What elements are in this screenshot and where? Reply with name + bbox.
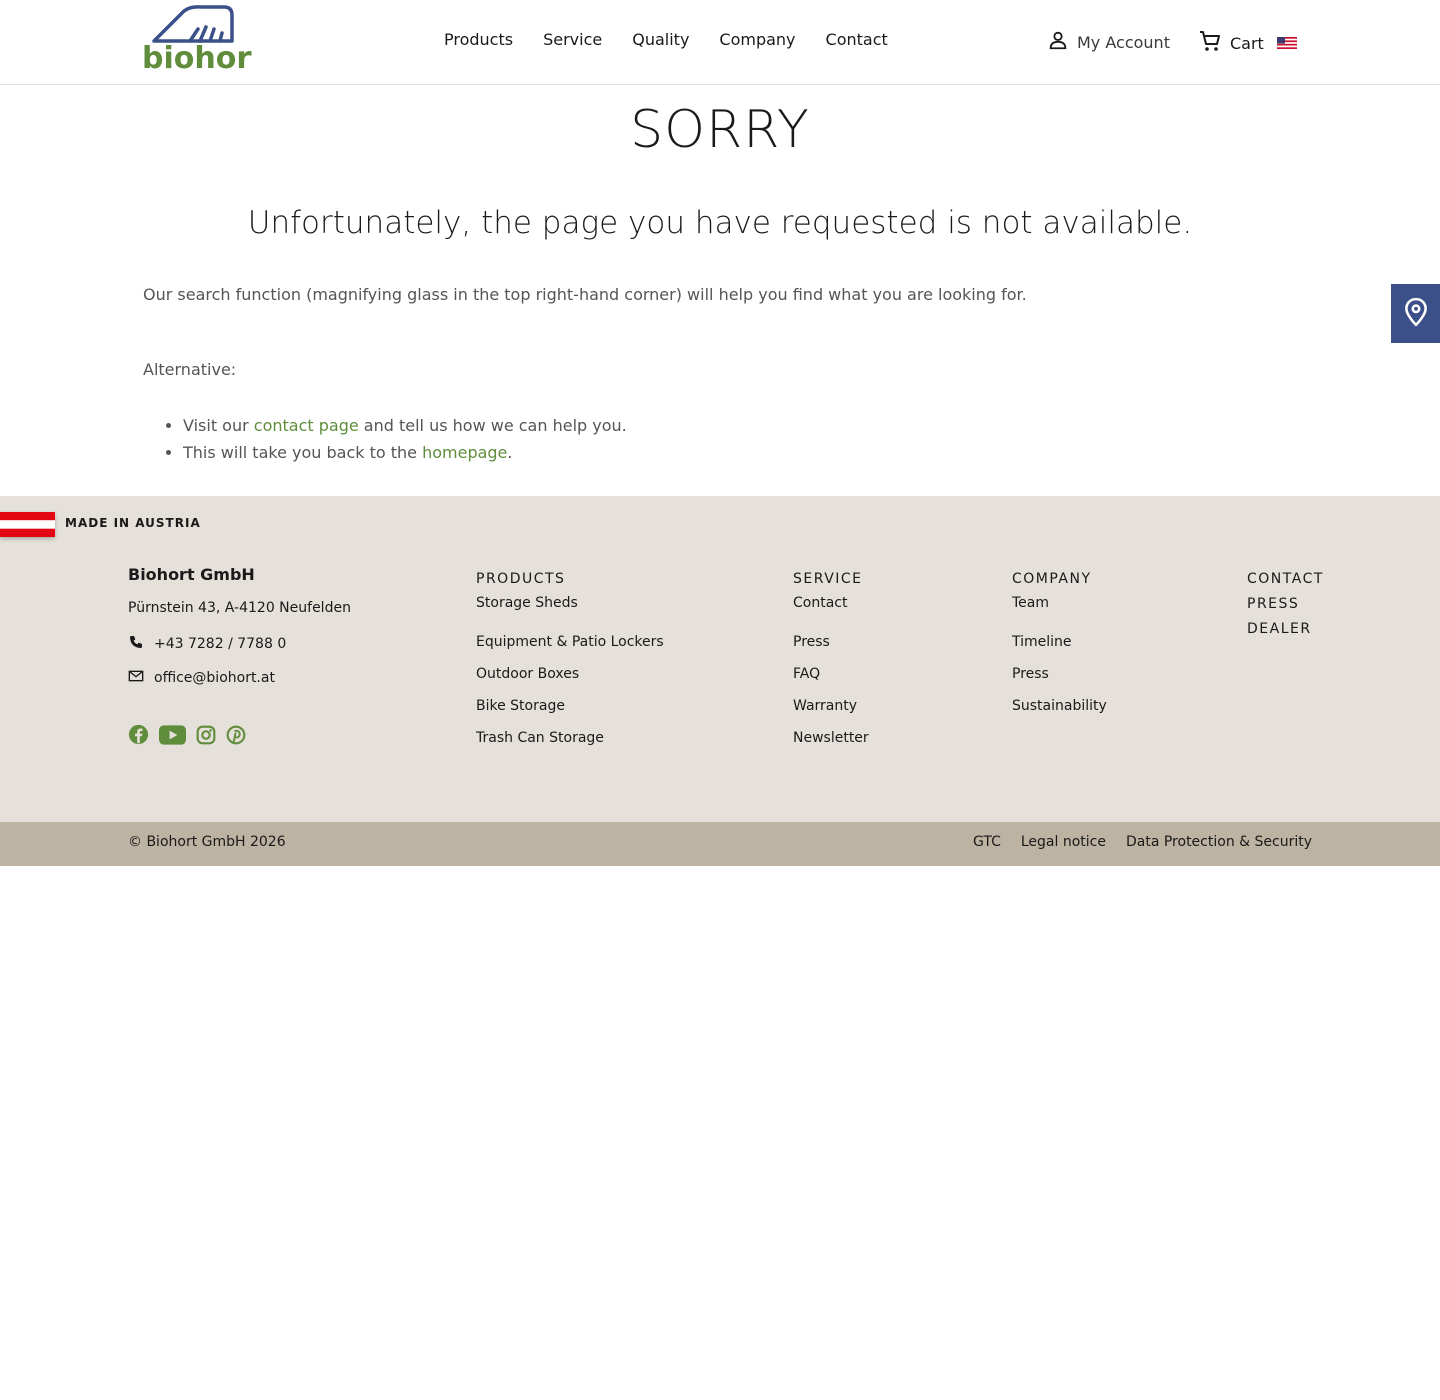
nav-contact[interactable]: Contact [826,30,888,50]
footer-link-newsletter[interactable]: Newsletter [793,722,869,754]
phone-number: +43 7282 / 7788 0 [154,636,287,652]
us-flag-icon[interactable] [1277,34,1297,49]
legal-notice-link[interactable]: Legal notice [1021,834,1106,850]
user-icon [1047,29,1069,55]
alternative-list: Visit our contact page and tell us how w… [183,412,627,466]
footer-link-trash-can-storage[interactable]: Trash Can Storage [476,722,664,754]
footer-link-storage-sheds[interactable]: Storage Sheds [476,594,664,612]
footer-link-patio-lockers[interactable]: Equipment & Patio Lockers [476,626,664,658]
gtc-link[interactable]: GTC [973,834,1001,850]
footer-company-column: COMPANY Team Timeline Press Sustainabili… [1012,570,1107,722]
footer-service-heading: SERVICE [793,571,863,587]
footer-link-sustainability[interactable]: Sustainability [1012,690,1107,722]
location-pin-icon [1403,297,1429,331]
email-address: office@biohort.at [154,670,275,686]
site-footer: MADE IN AUSTRIA Biohort GmbH Pürnstein 4… [0,496,1440,822]
cart-icon [1198,29,1222,57]
main-navigation: Products Service Quality Company Contact [444,30,918,50]
nav-company[interactable]: Company [719,30,795,50]
site-header: biohort Products Service Quality Company… [0,0,1440,85]
contact-page-link[interactable]: contact page [254,416,359,435]
search-hint: Our search function (magnifying glass in… [143,285,1027,304]
legal-links: GTC Legal notice Data Protection & Secur… [973,834,1312,850]
dealer-locator-button[interactable] [1391,284,1440,343]
instagram-icon[interactable] [196,725,216,749]
phone-icon [128,634,144,654]
list-item: Visit our contact page and tell us how w… [183,412,627,439]
footer-link-company-press[interactable]: Press [1012,658,1107,690]
homepage-link[interactable]: homepage [422,443,507,462]
footer-link-team[interactable]: Team [1012,594,1107,612]
footer-link-contact[interactable]: Contact [793,594,869,612]
footer-products-column: PRODUCTS Storage Sheds Equipment & Patio… [476,570,664,754]
footer-products-heading: PRODUCTS [476,571,566,587]
mail-icon [128,668,144,688]
nav-products[interactable]: Products [444,30,513,50]
footer-contact-column: CONTACT PRESS DEALER [1247,570,1324,645]
nav-quality[interactable]: Quality [632,30,689,50]
list-item: This will take you back to the homepage. [183,439,627,466]
footer-service-column: SERVICE Contact Press FAQ Warranty Newsl… [793,570,869,754]
cart-link[interactable]: Cart [1198,29,1264,57]
my-account-link[interactable]: My Account [1047,29,1170,55]
biohort-logo[interactable]: biohort [142,5,265,76]
company-name: Biohort GmbH [128,565,255,584]
pinterest-icon[interactable] [226,725,246,749]
page-title: SORRY [630,100,810,160]
footer-link-bike-storage[interactable]: Bike Storage [476,690,664,722]
cart-label: Cart [1230,33,1264,53]
alternative-label: Alternative: [143,360,237,379]
email-link[interactable]: office@biohort.at [128,668,275,688]
footer-bottom-bar: © Biohort GmbH 2026 GTC Legal notice Dat… [0,822,1440,866]
footer-company-heading: COMPANY [1012,571,1092,587]
social-links [128,724,246,749]
data-protection-link[interactable]: Data Protection & Security [1126,834,1312,850]
footer-link-dealer[interactable]: DEALER [1247,613,1324,645]
phone-link[interactable]: +43 7282 / 7788 0 [128,634,286,654]
footer-link-faq[interactable]: FAQ [793,658,869,690]
page-subtitle: Unfortunately, the page you have request… [247,205,1193,241]
austria-flag-icon [0,512,55,537]
footer-link-press[interactable]: Press [793,626,869,658]
my-account-label: My Account [1077,32,1170,52]
nav-service[interactable]: Service [543,30,602,50]
company-address: Pürnstein 43, A-4120 Neufelden [128,600,351,616]
footer-link-warranty[interactable]: Warranty [793,690,869,722]
made-in-austria-label: MADE IN AUSTRIA [65,516,201,530]
facebook-icon[interactable] [128,724,149,749]
footer-link-outdoor-boxes[interactable]: Outdoor Boxes [476,658,664,690]
copyright-text: © Biohort GmbH 2026 [128,834,286,850]
youtube-icon[interactable] [159,724,186,749]
logo-wordmark: biohort [142,41,252,71]
footer-link-timeline[interactable]: Timeline [1012,626,1107,658]
